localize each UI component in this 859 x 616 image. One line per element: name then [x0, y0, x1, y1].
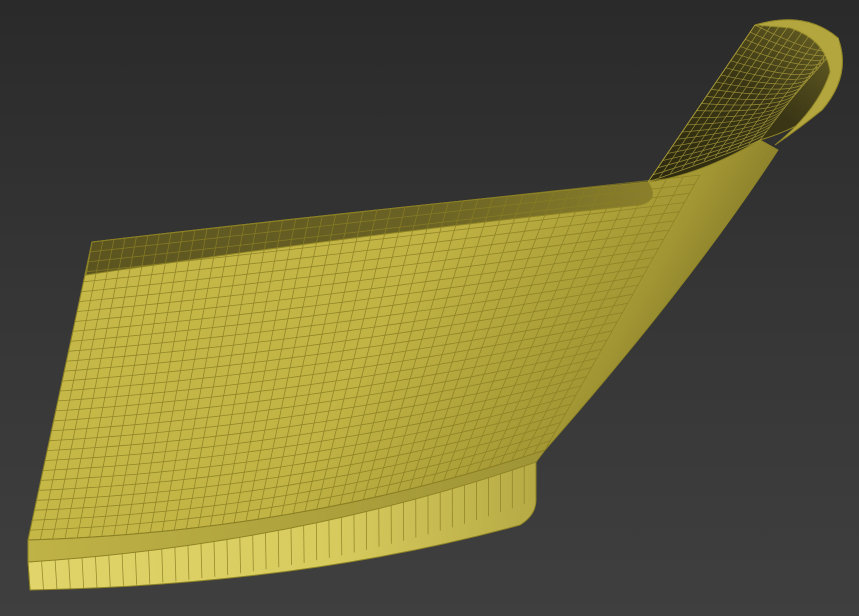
- 3d-viewport[interactable]: [0, 0, 859, 616]
- viewport-scene[interactable]: [0, 0, 859, 616]
- mesh-main-face[interactable]: [27, 139, 779, 541]
